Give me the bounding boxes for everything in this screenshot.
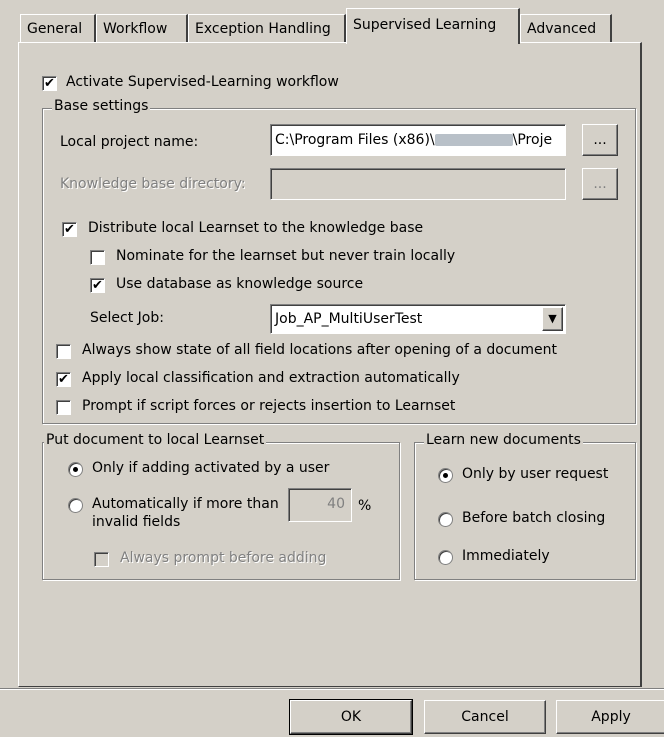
bottom-separator-highlight: [0, 689, 664, 690]
redacted-segment: [434, 134, 513, 146]
kb-directory-label: Knowledge base directory:: [60, 176, 246, 192]
learn-before-batch-radio[interactable]: [438, 512, 453, 527]
activate-checkbox[interactable]: ✔: [42, 76, 57, 91]
always-prompt-checkbox[interactable]: [94, 552, 109, 567]
put-auto-label-line1: Automatically if more than: [92, 496, 279, 512]
distribute-checkbox[interactable]: ✔: [62, 222, 77, 237]
always-show-label: Always show state of all field locations…: [82, 342, 557, 358]
ok-button[interactable]: OK: [289, 699, 413, 735]
apply-button[interactable]: Apply: [556, 700, 664, 734]
put-only-if-label: Only if adding activated by a user: [92, 460, 330, 476]
project-name-input[interactable]: C:\Program Files (x86)\ \Proje: [270, 124, 566, 156]
kb-browse-button[interactable]: ...: [582, 168, 618, 200]
always-prompt-label: Always prompt before adding: [120, 550, 327, 566]
learn-user-request-radio[interactable]: [438, 468, 453, 483]
tab-advanced[interactable]: Advanced: [520, 14, 612, 42]
prompt-script-label: Prompt if script forces or rejects inser…: [82, 398, 456, 414]
base-settings-legend: Base settings: [52, 98, 151, 114]
always-show-checkbox[interactable]: [56, 344, 71, 359]
select-job-dropdown[interactable]: Job_AP_MultiUserTest: [270, 304, 566, 334]
learn-immediately-label: Immediately: [462, 548, 550, 564]
learn-new-legend: Learn new documents: [424, 432, 583, 448]
use-db-label: Use database as knowledge source: [116, 276, 364, 292]
nominate-checkbox[interactable]: [90, 250, 105, 265]
percent-label: %: [358, 498, 372, 514]
put-auto-label-line2: invalid fields: [92, 514, 181, 530]
project-browse-button[interactable]: ...: [582, 124, 618, 156]
project-name-label: Local project name:: [60, 134, 199, 150]
learn-before-batch-label: Before batch closing: [462, 510, 606, 526]
prompt-script-checkbox[interactable]: [56, 400, 71, 415]
activate-label: Activate Supervised-Learning workflow: [66, 74, 339, 90]
put-only-if-radio[interactable]: [68, 462, 83, 477]
tab-exception-handling[interactable]: Exception Handling: [188, 14, 346, 42]
learn-immediately-radio[interactable]: [438, 550, 453, 565]
tab-workflow[interactable]: Workflow: [96, 14, 188, 42]
tab-supervised-learning[interactable]: Supervised Learning: [346, 8, 520, 44]
tab-general[interactable]: General: [20, 14, 96, 42]
invalid-fields-input[interactable]: 40: [288, 488, 352, 522]
kb-directory-input[interactable]: [270, 168, 566, 200]
dropdown-arrow-icon[interactable]: ▼: [542, 307, 563, 331]
nominate-label: Nominate for the learnset but never trai…: [116, 248, 456, 264]
select-job-label: Select Job:: [90, 310, 164, 326]
apply-local-label: Apply local classification and extractio…: [82, 370, 460, 386]
use-db-checkbox[interactable]: ✔: [90, 278, 105, 293]
put-document-legend: Put document to local Learnset: [44, 432, 267, 448]
distribute-label: Distribute local Learnset to the knowled…: [88, 220, 424, 236]
apply-local-checkbox[interactable]: ✔: [56, 372, 71, 387]
learn-user-request-label: Only by user request: [462, 466, 609, 482]
put-auto-radio[interactable]: [68, 498, 83, 513]
cancel-button[interactable]: Cancel: [424, 700, 546, 734]
